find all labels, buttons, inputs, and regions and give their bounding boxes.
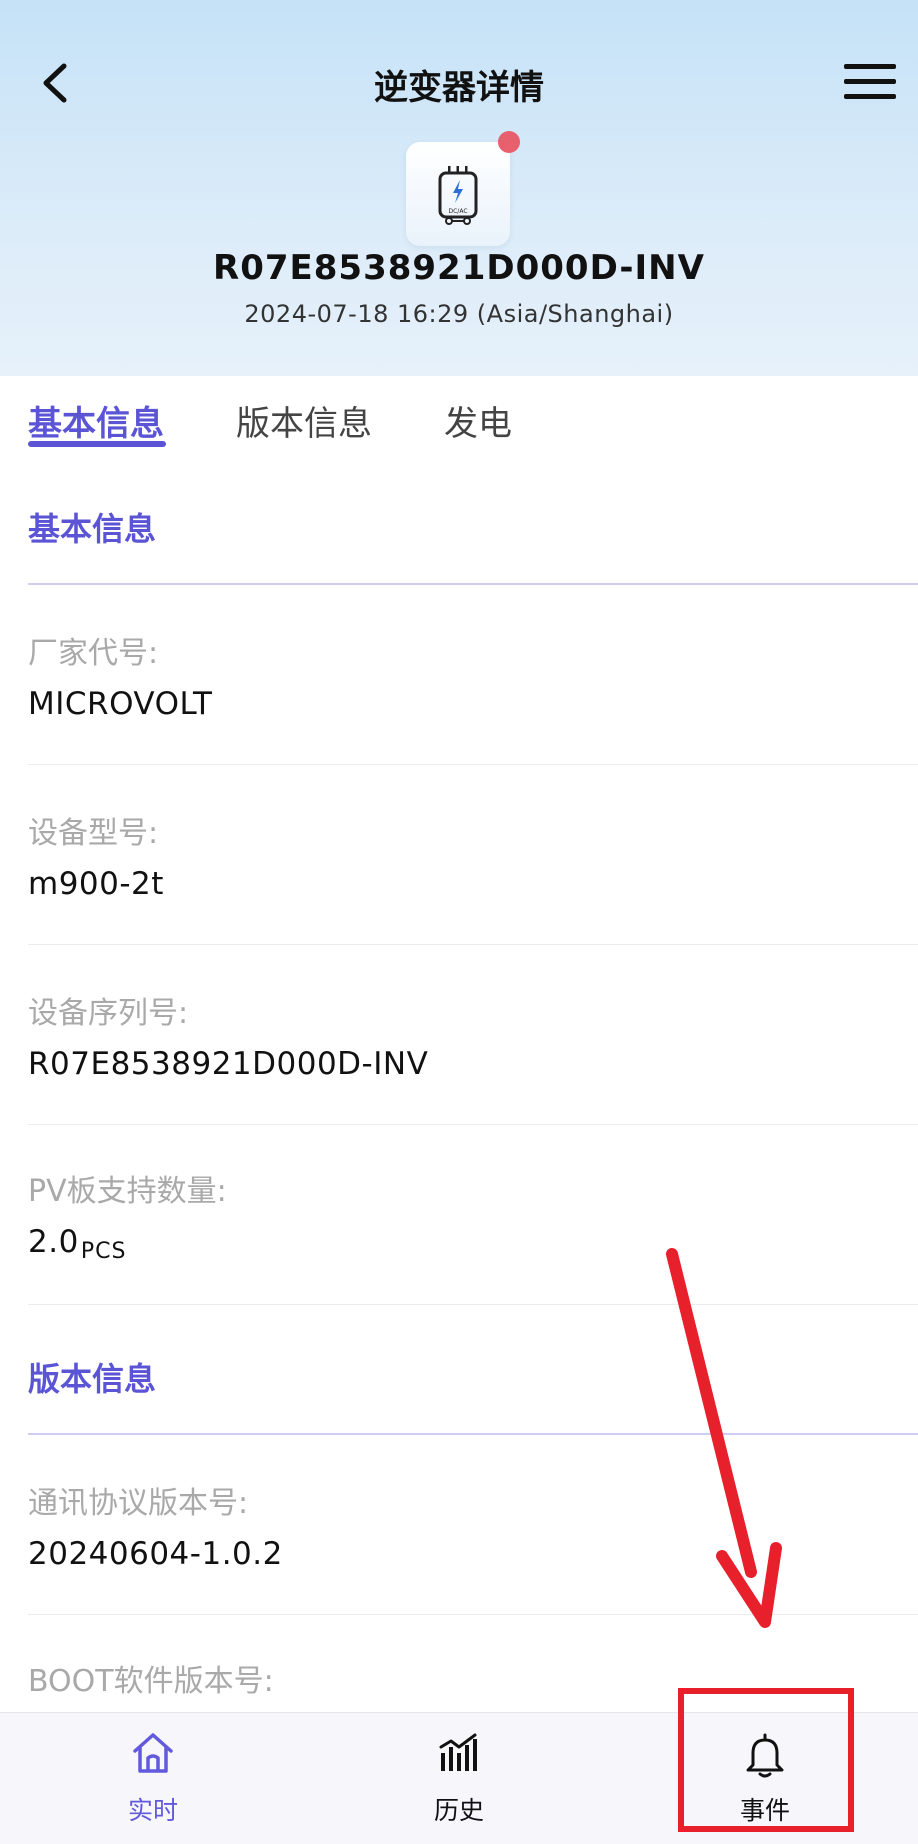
active-tab-indicator (28, 441, 166, 447)
section-divider (28, 583, 918, 585)
pv-count-number: 2.0 (28, 1224, 79, 1260)
tab-bar: 基本信息 版本信息 发电 (0, 376, 918, 462)
bottom-navigation: 实时 历史 事件 (0, 1712, 918, 1844)
nav-realtime-label: 实时 (127, 1796, 178, 1825)
row-divider (28, 764, 918, 765)
field-value-pv-count: 2.0PCS (28, 1224, 126, 1264)
field-label-boot-version: BOOT软件版本号: (28, 1664, 274, 1699)
field-label-serial: 设备序列号: (28, 996, 189, 1031)
tab-version-info[interactable]: 版本信息 (236, 396, 372, 445)
bar-chart-icon (439, 1733, 477, 1771)
row-divider (28, 1124, 918, 1125)
pv-count-unit: PCS (80, 1239, 127, 1264)
section-title-basic: 基本信息 (28, 510, 157, 548)
inverter-icon-label: DC/AC (448, 208, 467, 215)
row-divider (28, 944, 918, 945)
nav-history-label: 历史 (433, 1796, 484, 1825)
field-value-serial: R07E8538921D000D-INV (28, 1046, 429, 1082)
device-image: DC/AC (406, 142, 510, 246)
device-time: 2024-07-18 16:29 (Asia/Shanghai) (244, 300, 674, 328)
nav-realtime[interactable]: 实时 (0, 1713, 306, 1844)
nav-history[interactable]: 历史 (306, 1713, 612, 1844)
hamburger-menu-icon (844, 64, 896, 99)
field-value-model: m900-2t (28, 866, 164, 902)
field-value-protocol-version: 20240604-1.0.2 (28, 1536, 283, 1572)
device-id: R07E8538921D000D-INV (213, 248, 705, 288)
section-divider (28, 1433, 918, 1435)
home-icon (133, 1733, 173, 1773)
header: 逆变器详情 DC/AC R07E8538921D000D-INV 2024-07… (0, 0, 918, 376)
page-title: 逆变器详情 (374, 68, 544, 108)
tab-basic-info[interactable]: 基本信息 (28, 396, 164, 445)
nav-events-label: 事件 (739, 1796, 790, 1825)
field-label-model: 设备型号: (28, 816, 159, 851)
field-label-protocol-version: 通讯协议版本号: (28, 1486, 249, 1521)
tab-power-generation[interactable]: 发电 (444, 396, 512, 445)
bell-icon (746, 1733, 784, 1778)
inverter-icon: DC/AC (438, 166, 478, 225)
field-value-manufacturer: MICROVOLT (28, 686, 213, 722)
field-label-pv-count: PV板支持数量: (28, 1174, 227, 1209)
row-divider (28, 1304, 918, 1305)
row-divider (28, 1614, 918, 1615)
section-title-version: 版本信息 (28, 1360, 157, 1398)
nav-events[interactable]: 事件 (612, 1713, 918, 1844)
notification-badge (498, 131, 520, 153)
field-label-manufacturer: 厂家代号: (28, 636, 159, 671)
menu-button[interactable] (842, 60, 898, 104)
